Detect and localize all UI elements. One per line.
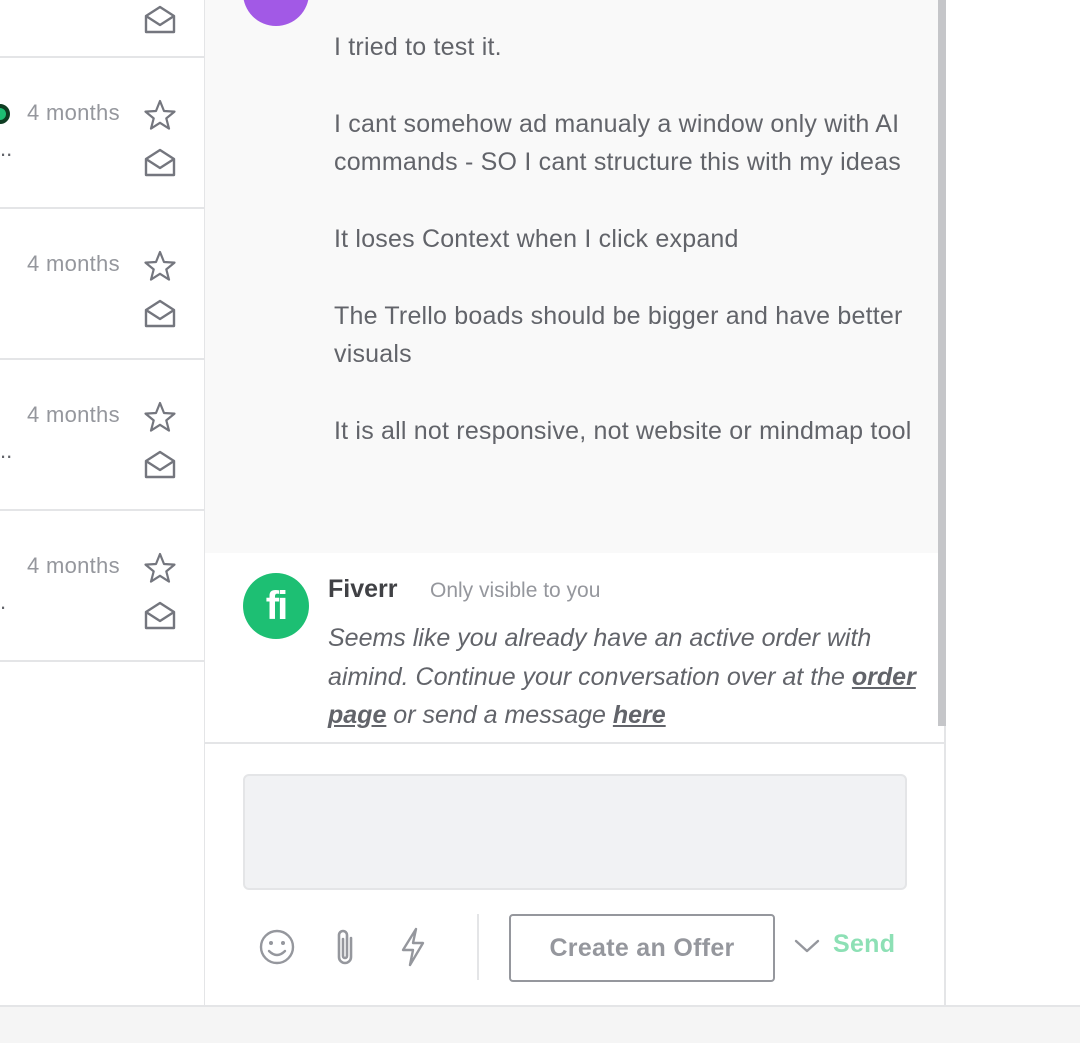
message-input[interactable] bbox=[243, 774, 907, 890]
conversation-row[interactable]: 4 months .. bbox=[0, 58, 204, 209]
avatar[interactable] bbox=[243, 0, 309, 26]
conversation-time: 4 months bbox=[27, 402, 120, 427]
message-paragraph: I tried to test it. bbox=[334, 33, 502, 61]
message-paragraph: I cant somehow ad manualy a window only … bbox=[334, 110, 901, 176]
message-system: fi Fiverr Only visible to you Seems like… bbox=[205, 553, 938, 742]
envelope-open-icon[interactable] bbox=[143, 297, 177, 329]
page-footer bbox=[0, 1005, 1080, 1043]
conversation-row[interactable]: 4 months . bbox=[0, 511, 204, 662]
chat-panel: I tried to test it. I cant somehow ad ma… bbox=[205, 0, 946, 1005]
create-offer-button[interactable]: Create an Offer bbox=[509, 914, 775, 982]
toolbar-divider bbox=[477, 914, 479, 980]
conversation-list: 4 months .. 4 months 4 months .. 4 month… bbox=[0, 0, 205, 1005]
envelope-open-icon[interactable] bbox=[143, 146, 177, 178]
inbox-page: 4 months .. 4 months 4 months .. 4 month… bbox=[0, 0, 1080, 1043]
message-body: I tried to test it. I cant somehow ad ma… bbox=[334, 28, 919, 489]
conversation-row[interactable] bbox=[0, 0, 204, 58]
here-link[interactable]: here bbox=[613, 701, 666, 729]
star-icon[interactable] bbox=[143, 98, 177, 132]
message-thread[interactable]: I tried to test it. I cant somehow ad ma… bbox=[205, 0, 946, 744]
message-paragraph: It is all not responsive, not website or… bbox=[334, 417, 912, 445]
visibility-note: Only visible to you bbox=[430, 579, 601, 602]
send-button[interactable]: Send bbox=[833, 930, 895, 959]
conversation-row[interactable]: 4 months .. bbox=[0, 360, 204, 511]
online-avatar bbox=[0, 104, 10, 124]
conversation-time: 4 months bbox=[27, 553, 120, 578]
star-icon[interactable] bbox=[143, 400, 177, 434]
conversation-time: 4 months bbox=[27, 251, 120, 276]
composer-toolbar: Create an Offer Send bbox=[205, 912, 946, 982]
preview-ellipsis: . bbox=[0, 589, 7, 614]
sender-name: Fiverr bbox=[328, 575, 398, 603]
preview-ellipsis: .. bbox=[0, 438, 13, 463]
conversation-row[interactable]: 4 months bbox=[0, 209, 204, 360]
smiley-icon[interactable] bbox=[257, 926, 297, 968]
system-text: Seems like you already have an active or… bbox=[328, 624, 872, 691]
message-paragraph: The Trello boads should be bigger and ha… bbox=[334, 302, 903, 368]
conversation-time: 4 months bbox=[27, 100, 120, 125]
message-paragraph: It loses Context when I click expand bbox=[334, 225, 739, 253]
lightning-icon[interactable] bbox=[393, 926, 433, 968]
scrollbar[interactable] bbox=[938, 0, 946, 726]
system-text: or send a message bbox=[386, 701, 613, 729]
star-icon[interactable] bbox=[143, 551, 177, 585]
preview-ellipsis: .. bbox=[0, 136, 13, 161]
message-user: I tried to test it. I cant somehow ad ma… bbox=[205, 0, 938, 553]
fiverr-logo: fi bbox=[243, 573, 309, 639]
paperclip-icon[interactable] bbox=[325, 926, 365, 968]
envelope-open-icon[interactable] bbox=[143, 599, 177, 631]
envelope-open-icon[interactable] bbox=[143, 3, 177, 35]
envelope-open-icon[interactable] bbox=[143, 448, 177, 480]
star-icon[interactable] bbox=[143, 249, 177, 283]
system-message-body: Seems like you already have an active or… bbox=[328, 619, 918, 735]
chevron-down-icon[interactable] bbox=[793, 934, 821, 958]
